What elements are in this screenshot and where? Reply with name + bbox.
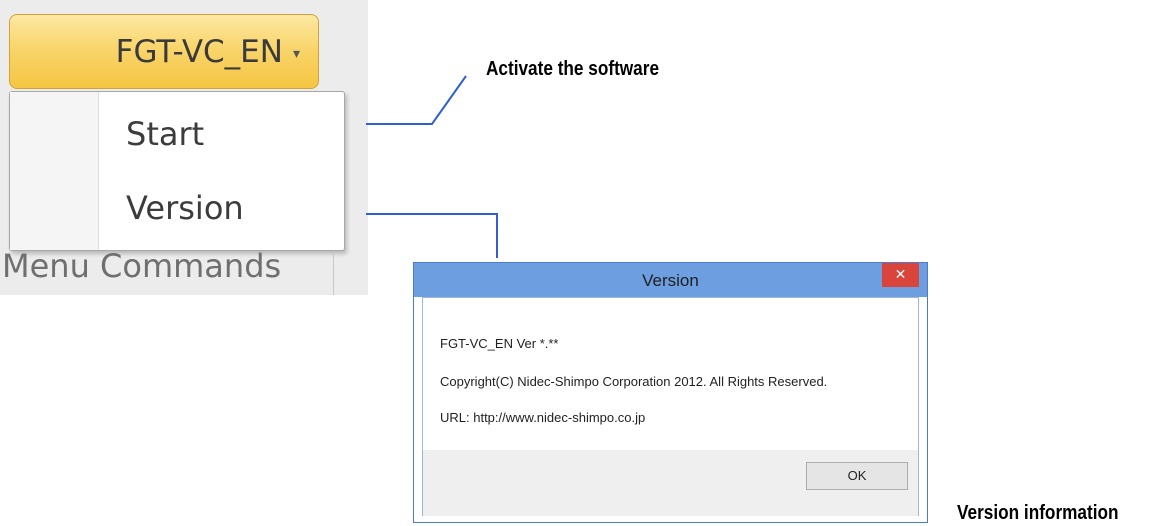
- version-callout-text: Version information: [957, 502, 1119, 524]
- version-dialog: Version ✕ FGT-VC_EN Ver *.** Copyright(C…: [413, 262, 928, 523]
- close-button[interactable]: ✕: [882, 263, 919, 287]
- dialog-titlebar[interactable]: Version ✕: [414, 263, 927, 297]
- url-text: URL: http://www.nidec-shimpo.co.jp: [440, 410, 646, 425]
- dialog-content: FGT-VC_EN Ver *.** Copyright(C) Nidec-Sh…: [422, 297, 919, 516]
- activate-callout-line: [366, 75, 467, 125]
- version-text: FGT-VC_EN Ver *.**: [440, 336, 559, 351]
- close-icon: ✕: [894, 267, 907, 283]
- dialog-body: FGT-VC_EN Ver *.** Copyright(C) Nidec-Sh…: [423, 298, 918, 450]
- dialog-footer: OK: [423, 450, 918, 516]
- copyright-text: Copyright(C) Nidec-Shimpo Corporation 20…: [440, 374, 828, 389]
- ok-button[interactable]: OK: [806, 462, 908, 490]
- version-callout-line: [366, 213, 498, 258]
- activate-callout-text: Activate the software: [486, 58, 660, 80]
- dialog-title: Version: [642, 271, 699, 290]
